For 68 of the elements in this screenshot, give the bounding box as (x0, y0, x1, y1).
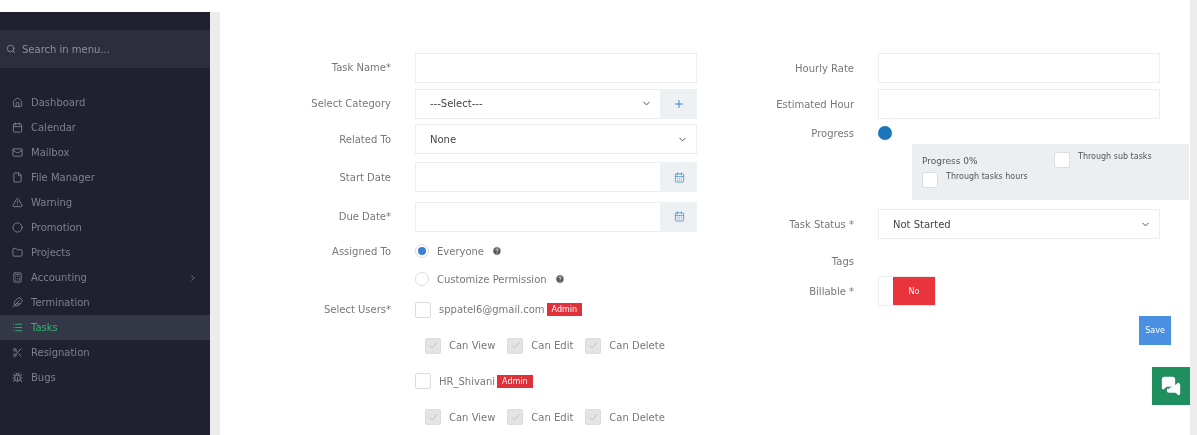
save-button[interactable]: Save (1139, 315, 1171, 345)
admin-badge: Admin (497, 374, 533, 388)
field-label: Related To (338, 133, 392, 145)
warning-icon (12, 197, 23, 208)
search-field[interactable]: Search in menu... (20, 42, 190, 56)
check-icon (427, 411, 439, 423)
field-label: Start Date (338, 171, 392, 183)
scissors-icon (12, 347, 23, 358)
slider-thumb[interactable] (878, 126, 892, 140)
field-label: Billable * (808, 285, 855, 297)
menu-item[interactable]: File Manager (0, 165, 210, 190)
radio-option[interactable]: Everyone (415, 244, 503, 259)
calendar-icon (12, 122, 23, 133)
file-icon (12, 172, 23, 183)
field-label: Estimated Hour (775, 98, 855, 110)
progress-panel: Progress 0% Through sub tasks Through tasks hours (912, 144, 1189, 200)
field-label: Task Name* (330, 62, 392, 74)
calendar-icon (673, 171, 685, 183)
check-icon (587, 411, 599, 423)
chat-icon (1161, 376, 1181, 396)
menu-item[interactable]: Bugs (0, 365, 210, 390)
circle-icon (12, 222, 23, 233)
radio-option[interactable]: Customize Permission (415, 272, 565, 287)
user-checkbox[interactable]: sppatel6@gmail.com (415, 301, 545, 318)
user-checkbox[interactable]: HR_Shivani (415, 373, 496, 390)
select-field[interactable]: None (415, 124, 697, 155)
menu-item[interactable]: Warning (0, 190, 210, 215)
add-button[interactable] (661, 88, 697, 119)
check-icon (509, 411, 521, 423)
search-icon (6, 44, 16, 54)
select-field[interactable]: Not Started (878, 209, 1160, 239)
help-icon (492, 246, 503, 257)
field-label: Due Date* (337, 211, 392, 223)
bug-icon (12, 372, 23, 383)
mail-icon (12, 147, 23, 158)
calendar-button[interactable] (661, 162, 697, 192)
search-bar[interactable]: Search in menu... (0, 30, 210, 68)
home-icon (12, 97, 23, 108)
calculator-icon (12, 272, 23, 283)
folder-icon (12, 247, 23, 258)
menu-item[interactable]: Mailbox (0, 140, 210, 165)
billable-toggle[interactable]: No (878, 276, 936, 306)
menu-item[interactable]: Calendar (0, 115, 210, 140)
plus-icon (673, 97, 685, 110)
list-icon (12, 322, 23, 333)
admin-badge: Admin (546, 303, 583, 317)
progress-checkbox[interactable]: Through tasks hours (922, 172, 1028, 188)
progress-checkbox[interactable]: Through sub tasks (1054, 152, 1152, 168)
field-label: Tags (830, 255, 855, 267)
field-label: Select Users* (322, 304, 392, 316)
menu-item[interactable]: Termination (0, 290, 210, 315)
calendar-icon (673, 211, 685, 223)
menu-item[interactable]: Projects (0, 240, 210, 265)
chat-button[interactable] (1152, 367, 1190, 405)
feather-icon (12, 297, 23, 308)
menu-item[interactable]: Promotion (0, 215, 210, 240)
field-label: Hourly Rate (794, 62, 855, 74)
field-label: Task Status * (788, 218, 855, 230)
menu-item[interactable]: Resignation (0, 340, 210, 365)
calendar-button[interactable] (661, 201, 697, 232)
field-label: Progress (810, 127, 855, 139)
help-icon (554, 274, 565, 285)
select-field[interactable]: ---Select--- (415, 88, 661, 119)
menu-item[interactable]: Accounting (0, 265, 210, 290)
menu-item[interactable]: Tasks (0, 315, 210, 340)
field-label: Assigned To (331, 245, 392, 257)
menu-item[interactable]: Dashboard (0, 90, 210, 115)
field-label: Select Category (310, 98, 392, 110)
